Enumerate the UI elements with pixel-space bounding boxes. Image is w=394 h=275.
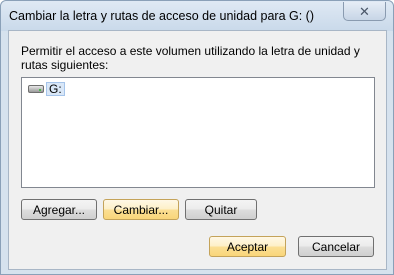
list-item-label: G: [46,82,65,96]
remove-button[interactable]: Quitar [185,199,257,220]
change-button[interactable]: Cambiar... [103,199,179,220]
dialog-body: Permitir el acceso a este volumen utiliz… [8,30,387,270]
add-button[interactable]: Agregar... [21,199,97,220]
cancel-button[interactable]: Cancelar [298,236,374,257]
drive-icon [27,84,45,94]
title-bar[interactable]: Cambiar la letra y rutas de acceso de un… [1,1,393,31]
close-button[interactable]: ✕ [343,2,386,21]
dialog-window: Cambiar la letra y rutas de acceso de un… [0,0,394,275]
ok-button[interactable]: Aceptar [209,236,286,257]
window-title: Cambiar la letra y rutas de acceso de un… [9,9,315,23]
instruction-text: Permitir el acceso a este volumen utiliz… [21,44,360,72]
list-item[interactable]: G: [27,82,65,96]
drive-path-list[interactable]: G: [21,77,375,188]
close-icon: ✕ [359,3,370,19]
